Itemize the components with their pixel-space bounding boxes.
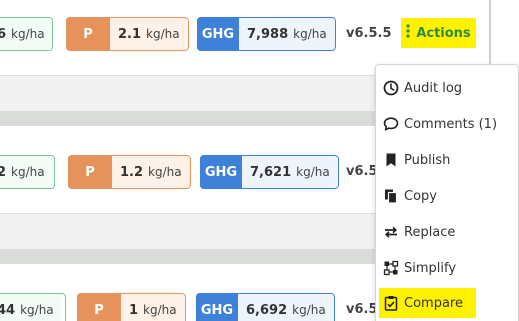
menu-item-label: Replace bbox=[404, 224, 456, 240]
copy-icon bbox=[382, 187, 400, 205]
menu-item-publish[interactable]: Publish bbox=[382, 145, 450, 175]
green-metric-value: 2 bbox=[0, 165, 6, 180]
menu-item-copy[interactable]: Copy bbox=[382, 181, 437, 211]
green-metric-value: 6 bbox=[0, 27, 6, 42]
menu-item-comments[interactable]: Comments (1) bbox=[382, 109, 497, 139]
p-metric-pill: P 1.2 kg/ha bbox=[68, 155, 191, 189]
actions-button[interactable]: Actions bbox=[401, 18, 476, 48]
menu-item-compare[interactable]: Compare bbox=[379, 288, 476, 318]
p-value: 2.1 bbox=[118, 26, 142, 42]
version-label: v6.5.5 bbox=[346, 26, 392, 41]
p-metric-pill: P 1 kg/ha bbox=[77, 293, 186, 321]
menu-item-label: Simplify bbox=[404, 260, 457, 276]
unit-label: kg/ha bbox=[11, 27, 45, 41]
unit-label: kg/ha bbox=[11, 165, 45, 179]
p-tag: P bbox=[68, 155, 112, 189]
bookmark-icon bbox=[382, 151, 400, 169]
p-metric-pill: P 2.1 kg/ha bbox=[66, 17, 189, 51]
green-metric-pill: 44 kg/ha bbox=[0, 293, 66, 321]
green-metric-pill: 6 kg/ha bbox=[0, 17, 53, 51]
speech-bubble-icon bbox=[382, 115, 400, 133]
green-metric-pill: 2 kg/ha bbox=[0, 155, 55, 189]
unit-label: kg/ha bbox=[143, 303, 177, 317]
menu-item-audit-log[interactable]: Audit log bbox=[382, 73, 462, 103]
green-metric-value: 44 bbox=[0, 302, 16, 318]
unit-label: kg/ha bbox=[296, 165, 330, 179]
ghg-tag: GHG bbox=[196, 293, 238, 321]
vertical-dots-icon bbox=[406, 24, 410, 42]
clock-icon bbox=[382, 79, 400, 97]
p-tag: P bbox=[66, 17, 110, 51]
unit-label: kg/ha bbox=[20, 303, 54, 317]
menu-item-simplify[interactable]: Simplify bbox=[382, 253, 456, 283]
unit-label: kg/ha bbox=[292, 303, 326, 317]
ghg-tag: GHG bbox=[197, 17, 239, 51]
menu-item-label: Comments (1) bbox=[404, 116, 498, 132]
ghg-metric-pill: GHG 6,692 kg/ha bbox=[196, 293, 335, 321]
p-value: 1.2 bbox=[120, 164, 144, 180]
p-value: 1 bbox=[129, 302, 139, 318]
ghg-metric-pill: GHG 7,988 kg/ha bbox=[197, 17, 336, 51]
actions-dropdown-menu: Audit log Comments (1) Publish Copy Repl… bbox=[375, 64, 519, 321]
ghg-value: 7,621 bbox=[250, 164, 292, 180]
swap-arrows-icon bbox=[382, 223, 400, 241]
menu-item-replace[interactable]: Replace bbox=[382, 217, 455, 247]
unit-label: kg/ha bbox=[146, 27, 180, 41]
menu-item-label: Publish bbox=[404, 152, 451, 168]
clipboard-check-icon bbox=[382, 294, 400, 312]
menu-item-label: Copy bbox=[404, 188, 437, 204]
ghg-tag: GHG bbox=[200, 155, 242, 189]
ghg-value: 6,692 bbox=[246, 302, 288, 318]
menu-item-label: Compare bbox=[404, 295, 463, 311]
unit-label: kg/ha bbox=[293, 27, 327, 41]
menu-item-label: Audit log bbox=[404, 80, 463, 96]
unit-label: kg/ha bbox=[148, 165, 182, 179]
ghg-metric-pill: GHG 7,621 kg/ha bbox=[200, 155, 339, 189]
simplify-icon bbox=[382, 259, 400, 277]
ghg-value: 7,988 bbox=[247, 26, 289, 42]
p-tag: P bbox=[77, 293, 121, 321]
actions-label: Actions bbox=[416, 25, 471, 41]
